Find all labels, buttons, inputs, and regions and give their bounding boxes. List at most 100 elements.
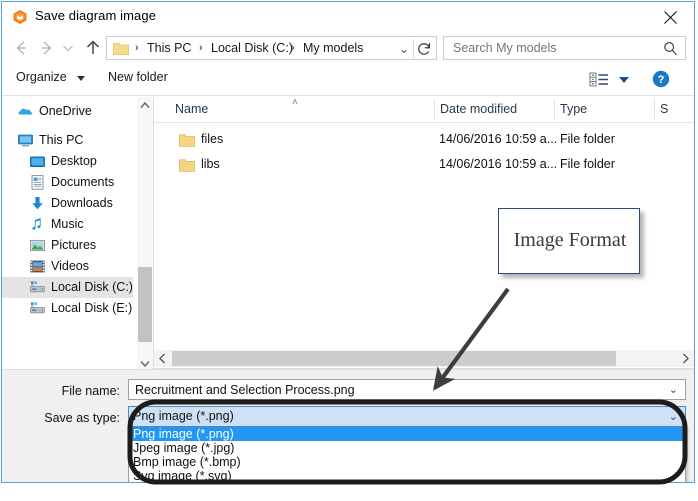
column-header-name[interactable]: Name [175,102,208,116]
column-header-date-modified[interactable]: Date modified [440,102,517,116]
sidebar-item-label: Local Disk (C:) [51,280,133,294]
picture-icon [29,237,46,254]
search-box[interactable] [443,36,686,60]
hexagon-cube-icon [12,9,28,25]
address-bar[interactable]: › This PC › Local Disk (C:) › My models … [106,36,437,60]
column-divider[interactable] [434,99,435,119]
dropdown-option[interactable]: Svg image (*.svg) [129,469,685,482]
sidebar-item-documents[interactable]: Documents [2,172,133,193]
download-arrow-icon [29,195,46,212]
search-icon[interactable] [663,41,678,61]
new-folder-button[interactable]: New folder [108,70,168,84]
navigation-sidebar: OneDrive This PC Desktop Documents Downloads… [2,97,133,372]
arrow-left-icon[interactable] [10,37,32,59]
sidebar-item-label: Videos [51,259,89,273]
help-circle-icon[interactable]: ? [652,70,670,88]
save-as-type-label: Save as type: [44,411,120,425]
sidebar-item-local-disk-e[interactable]: Local Disk (E:) [2,298,133,319]
dropdown-option[interactable]: Jpeg image (*.jpg) [129,441,685,455]
sidebar-item-onedrive[interactable]: OneDrive [2,101,133,122]
column-header-row: Name ˄ Date modified Type S [154,97,694,123]
sidebar-scroll-thumb[interactable] [138,267,152,342]
breadcrumb-separator: › [291,42,295,54]
sidebar-scrollbar[interactable] [137,97,153,372]
column-divider[interactable] [554,99,555,119]
sort-ascending-icon: ˄ [292,97,298,108]
cloud-icon [17,103,34,120]
breadcrumb-local-disk-c[interactable]: Local Disk (C:) [211,41,293,55]
column-header-type[interactable]: Type [560,102,587,116]
callout-text: Image Format [513,229,627,251]
scroll-up-arrow-icon[interactable] [137,97,153,114]
hard-drive-icon [29,300,46,317]
sidebar-item-desktop[interactable]: Desktop [2,151,133,172]
sidebar-item-label: Documents [51,175,115,189]
table-row[interactable]: files 14/06/2016 10:59 a... File folder [154,128,694,153]
scroll-right-arrow-icon[interactable] [677,350,694,367]
view-list-icon[interactable] [589,71,611,89]
search-input[interactable] [451,37,656,59]
sidebar-item-label: This PC [39,133,84,147]
sidebar-item-this-pc[interactable]: This PC [2,130,133,151]
folder-icon [179,158,195,173]
chevron-down-icon[interactable] [77,76,85,81]
sidebar-item-downloads[interactable]: Downloads [2,193,133,214]
file-date-cell: 14/06/2016 10:59 a... [439,132,558,146]
file-date-cell: 14/06/2016 10:59 a... [439,157,558,171]
folder-icon [113,41,129,56]
file-list-horizontal-scrollbar[interactable] [154,350,694,367]
file-name-input[interactable] [133,380,653,399]
sidebar-item-pictures[interactable]: Pictures [2,235,133,256]
sidebar-item-label: Local Disk (E:) [51,301,133,315]
chevron-down-icon[interactable]: ⌄ [669,410,678,423]
breadcrumb-separator: › [135,42,139,54]
monitor-icon [17,132,34,149]
organize-button[interactable]: Organize [16,70,67,84]
save-as-type-dropdown-list[interactable]: Png image (*.png) Jpeg image (*.jpg) Bmp i… [128,427,686,482]
sidebar-item-label: Downloads [51,196,113,210]
svg-text:?: ? [658,74,665,86]
breadcrumb-my-models[interactable]: My models [303,41,363,55]
navigation-bar: › This PC › Local Disk (C:) › My models … [2,32,694,64]
chevron-down-icon[interactable] [60,37,76,59]
image-format-callout: Image Format [498,208,640,274]
horizontal-scroll-thumb[interactable] [172,351,616,366]
chevron-down-icon[interactable]: ⌄ [399,42,409,56]
breadcrumb-this-pc[interactable]: This PC [147,41,191,55]
file-type-cell: File folder [560,157,615,171]
save-as-type-value: Png image (*.png) [133,409,234,423]
sidebar-item-label: Desktop [51,154,97,168]
chevron-down-icon[interactable]: ⌄ [669,383,678,396]
hard-drive-icon [29,279,46,296]
document-icon [29,174,46,191]
music-note-icon [29,216,46,233]
sidebar-item-local-disk-c[interactable]: Local Disk (C:) [2,277,133,298]
save-as-type-combobox[interactable]: Png image (*.png) ⌄ [128,406,686,427]
arrow-right-icon[interactable] [36,37,58,59]
sidebar-item-label: OneDrive [39,104,92,118]
desktop-icon [29,153,46,170]
dropdown-option[interactable]: Png image (*.png) [129,427,685,441]
file-name-field[interactable]: ⌄ [128,379,686,400]
scroll-left-arrow-icon[interactable] [154,350,171,367]
file-name-cell: libs [201,157,220,171]
command-bar: Organize New folder ? [2,64,694,96]
sidebar-item-label: Music [51,217,84,231]
window-title: Save diagram image [35,8,157,23]
chevron-down-icon[interactable] [619,77,629,83]
breadcrumb-separator: › [199,42,203,54]
refresh-icon[interactable] [414,39,434,59]
column-divider[interactable] [654,99,655,119]
dropdown-option[interactable]: Bmp image (*.bmp) [129,455,685,469]
film-icon [29,258,46,275]
sidebar-item-videos[interactable]: Videos [2,256,133,277]
file-name-cell: files [201,132,224,146]
title-bar: Save diagram image [2,2,694,32]
sidebar-item-label: Pictures [51,238,97,252]
column-header-size[interactable]: S [660,102,668,116]
arrow-up-icon[interactable] [82,37,104,59]
table-row[interactable]: libs 14/06/2016 10:59 a... File folder [154,153,694,178]
close-button[interactable] [648,2,694,31]
sidebar-item-music[interactable]: Music [2,214,133,235]
folder-icon [179,133,195,148]
